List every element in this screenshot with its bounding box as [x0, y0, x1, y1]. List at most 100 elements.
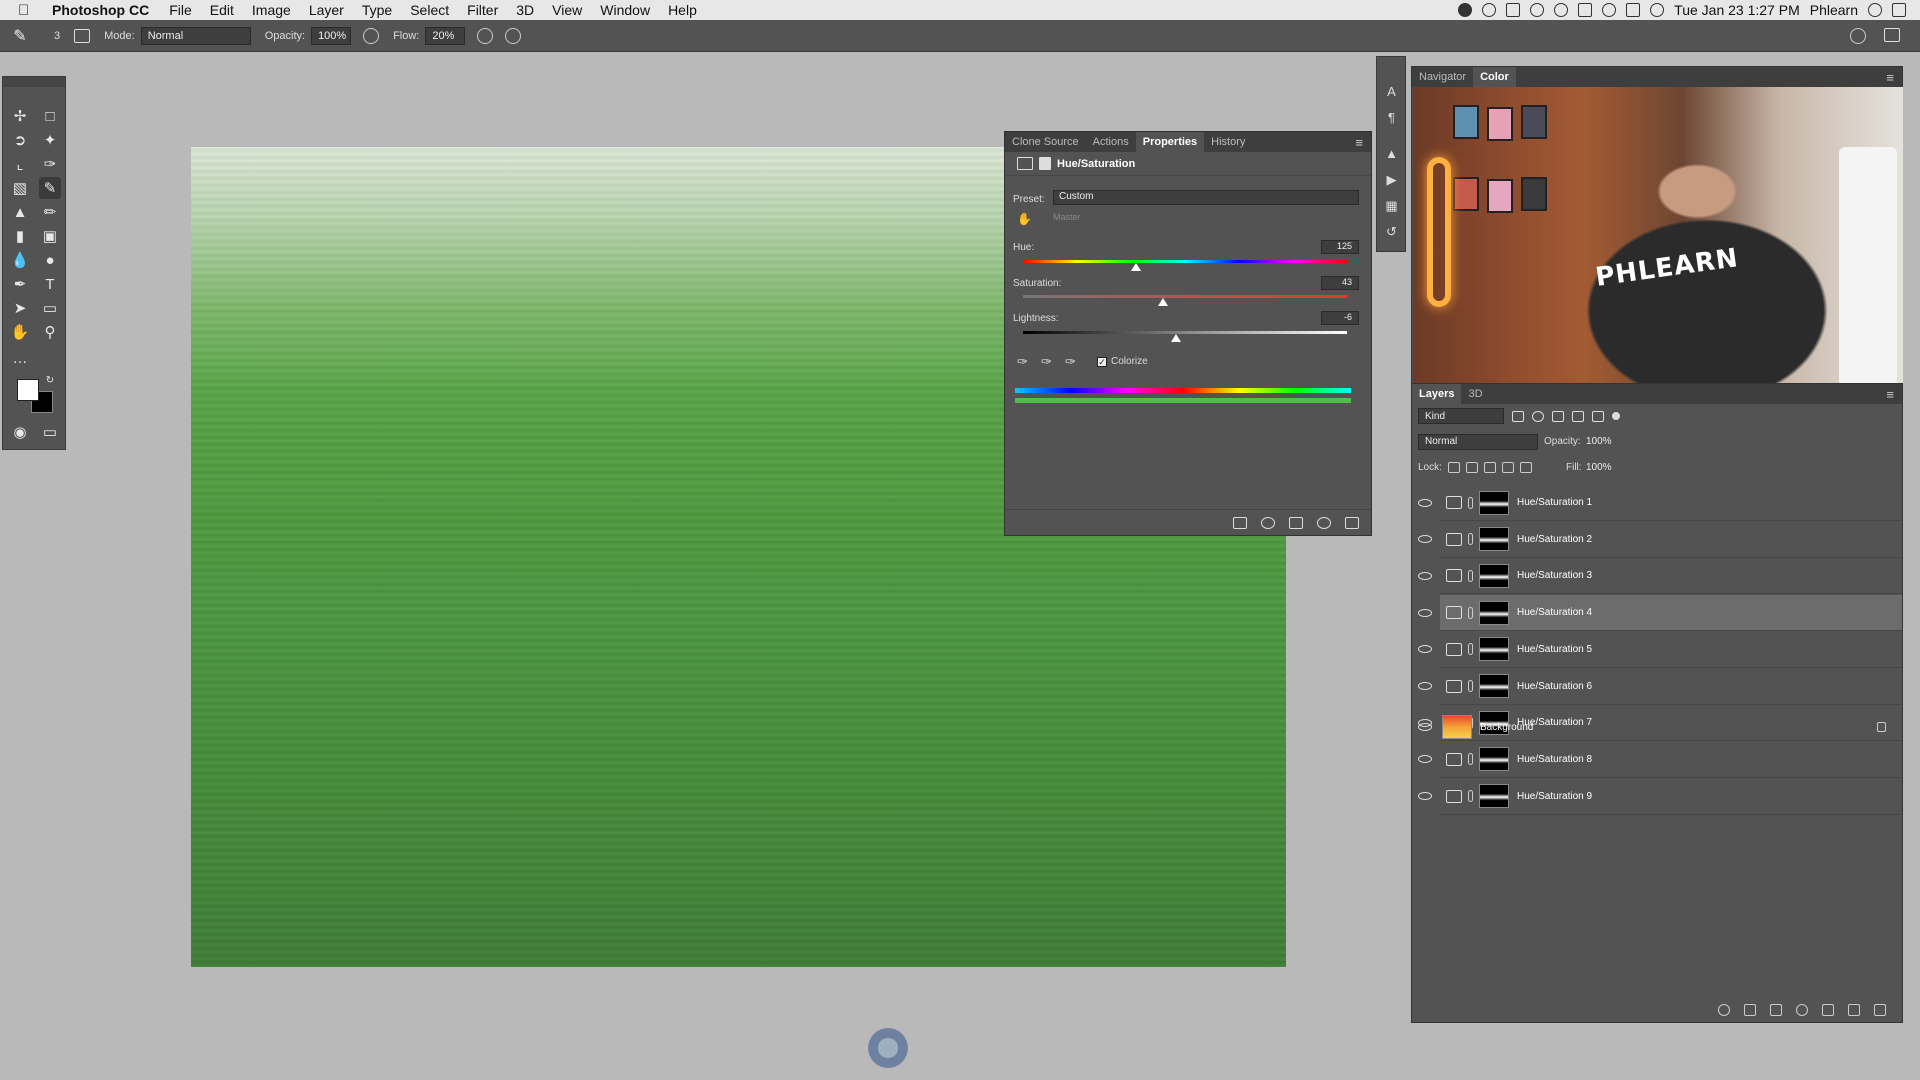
hue-value-input[interactable]: 125	[1321, 240, 1359, 254]
add-to-sample-icon[interactable]: ✑	[1041, 354, 1052, 370]
new-group-icon[interactable]	[1822, 1004, 1834, 1016]
lightness-slider-track[interactable]	[1023, 331, 1347, 334]
menu-help[interactable]: Help	[668, 2, 697, 18]
saturation-value-input[interactable]: 43	[1321, 276, 1359, 290]
clone-stamp-tool-icon[interactable]: ▲	[9, 201, 31, 223]
tab-3d[interactable]: 3D	[1461, 384, 1489, 404]
mask-link-icon[interactable]	[1468, 606, 1473, 619]
visibility-eye-icon[interactable]	[1418, 792, 1432, 801]
brush-size-value[interactable]: 3	[54, 30, 60, 42]
hand-tool-icon[interactable]: ✋	[9, 321, 31, 343]
tab-history[interactable]: History	[1204, 132, 1252, 152]
menu-layer[interactable]: Layer	[309, 2, 344, 18]
screen-mode-icon[interactable]: ▭	[39, 421, 61, 443]
layer-mask-thumbnail[interactable]	[1479, 563, 1509, 588]
zoom-tool-icon[interactable]: ⚲	[39, 321, 61, 343]
visibility-eye-icon[interactable]	[1418, 755, 1432, 764]
dodge-tool-icon[interactable]: ●	[39, 249, 61, 271]
layer-row[interactable]: Hue/Saturation 5	[1418, 632, 1902, 668]
visibility-eye-icon[interactable]	[1418, 723, 1432, 731]
layer-row[interactable]: Hue/Saturation 4	[1418, 595, 1902, 632]
flow-input[interactable]: 20%	[425, 26, 466, 45]
status-volume-icon[interactable]	[1650, 3, 1665, 17]
fill-input[interactable]: 100%	[1586, 462, 1612, 473]
add-mask-icon[interactable]	[1770, 1004, 1782, 1016]
mask-icon[interactable]	[1039, 157, 1051, 170]
eyedropper-tool-icon[interactable]: ✑	[39, 153, 61, 175]
hue-saturation-adjustment-icon[interactable]	[1446, 642, 1462, 656]
menu-edit[interactable]: Edit	[210, 2, 234, 18]
hue-slider-track[interactable]	[1023, 260, 1347, 263]
mask-link-icon[interactable]	[1468, 643, 1473, 656]
layer-row[interactable]: Hue/Saturation 9	[1418, 779, 1902, 815]
crop-tool-icon[interactable]: ⌞	[9, 153, 31, 175]
mask-link-icon[interactable]	[1468, 680, 1473, 692]
layer-row[interactable]: Hue/Saturation 3	[1418, 558, 1902, 595]
move-tool-icon[interactable]: ✢	[9, 105, 31, 127]
saturation-slider-track[interactable]	[1023, 295, 1347, 298]
brush-panel-toggle-icon[interactable]	[74, 28, 91, 43]
visibility-eye-icon[interactable]	[1418, 498, 1432, 507]
shape-filter-icon[interactable]	[1572, 410, 1584, 422]
actions-panel-icon[interactable]: ▶	[1384, 173, 1399, 187]
layer-row[interactable]: Hue/Saturation 2	[1418, 522, 1902, 558]
saturation-slider-thumb[interactable]	[1158, 298, 1168, 306]
hue-saturation-adjustment-icon[interactable]	[1446, 532, 1462, 546]
layer-mask-thumbnail[interactable]	[1479, 490, 1509, 515]
delete-layer-icon[interactable]	[1874, 1004, 1886, 1016]
history-panel-icon[interactable]: ↺	[1384, 225, 1399, 239]
hue-saturation-adjustment-icon[interactable]	[1446, 679, 1462, 693]
toggle-visibility-icon[interactable]	[1317, 516, 1331, 529]
status-bluetooth-icon[interactable]	[1578, 3, 1593, 17]
status-sync-icon[interactable]	[1482, 3, 1497, 17]
type-tool-icon[interactable]: T	[39, 273, 61, 295]
layer-mask-thumbnail[interactable]	[1479, 674, 1509, 698]
pressure-opacity-icon[interactable]	[363, 27, 380, 44]
menu-filter[interactable]: Filter	[467, 2, 498, 18]
lock-artboard-icon[interactable]	[1502, 462, 1514, 473]
layers-opacity-input[interactable]: 100%	[1586, 436, 1612, 447]
layer-mask-thumbnail[interactable]	[1479, 784, 1509, 809]
menu-image[interactable]: Image	[252, 2, 291, 18]
colorize-check-icon[interactable]: ✓	[1097, 356, 1107, 367]
visibility-eye-icon[interactable]	[1418, 645, 1432, 654]
mode-select[interactable]: Normal	[140, 26, 251, 45]
lasso-tool-icon[interactable]: ➲	[9, 129, 31, 151]
menubar-clock[interactable]: Tue Jan 23 1:27 PM	[1674, 2, 1800, 18]
layer-mask-thumbnail[interactable]	[1479, 637, 1509, 662]
view-previous-state-icon[interactable]	[1261, 516, 1275, 529]
menu-view[interactable]: View	[552, 2, 582, 18]
lock-image-icon[interactable]	[1466, 462, 1478, 473]
layer-row[interactable]: Hue/Saturation 6	[1418, 669, 1902, 705]
visibility-eye-icon[interactable]	[1418, 535, 1432, 544]
filter-toggle-icon[interactable]	[1612, 412, 1620, 420]
lightness-slider-thumb[interactable]	[1171, 334, 1181, 342]
mask-link-icon[interactable]	[1468, 753, 1473, 766]
menu-select[interactable]: Select	[410, 2, 449, 18]
swap-colors-icon[interactable]: ↻	[43, 373, 57, 387]
gradient-tool-icon[interactable]: ▣	[39, 225, 61, 247]
tab-color[interactable]: Color	[1473, 67, 1516, 87]
navigator-panel-menu-icon[interactable]: ≡	[1886, 70, 1894, 85]
marquee-tool-icon[interactable]: □	[39, 105, 61, 127]
menu-file[interactable]: File	[169, 2, 192, 18]
new-adjustment-layer-icon[interactable]	[1796, 1004, 1808, 1016]
visibility-eye-icon[interactable]	[1418, 682, 1432, 690]
mask-link-icon[interactable]	[1468, 569, 1473, 582]
status-time-machine-icon[interactable]	[1530, 3, 1545, 17]
clip-to-layer-icon[interactable]	[1233, 516, 1247, 529]
brush-tool-icon[interactable]: ✎	[39, 177, 61, 199]
smart-object-filter-icon[interactable]	[1592, 410, 1604, 422]
status-app-icon[interactable]	[1458, 3, 1473, 17]
layer-row-background[interactable]: Background	[1418, 709, 1902, 745]
adjustment-icon[interactable]	[1017, 157, 1033, 170]
apple-menu-icon[interactable]: 	[18, 2, 36, 19]
tools-panel-grip[interactable]	[3, 77, 65, 87]
search-icon[interactable]	[1850, 27, 1866, 44]
menu-3d[interactable]: 3D	[516, 2, 534, 18]
menubar-user[interactable]: Phlearn	[1810, 2, 1858, 18]
visibility-eye-icon[interactable]	[1418, 608, 1432, 617]
blur-tool-icon[interactable]: 💧	[9, 249, 31, 271]
status-wifi-icon[interactable]	[1602, 3, 1617, 17]
tab-navigator[interactable]: Navigator	[1412, 67, 1473, 87]
